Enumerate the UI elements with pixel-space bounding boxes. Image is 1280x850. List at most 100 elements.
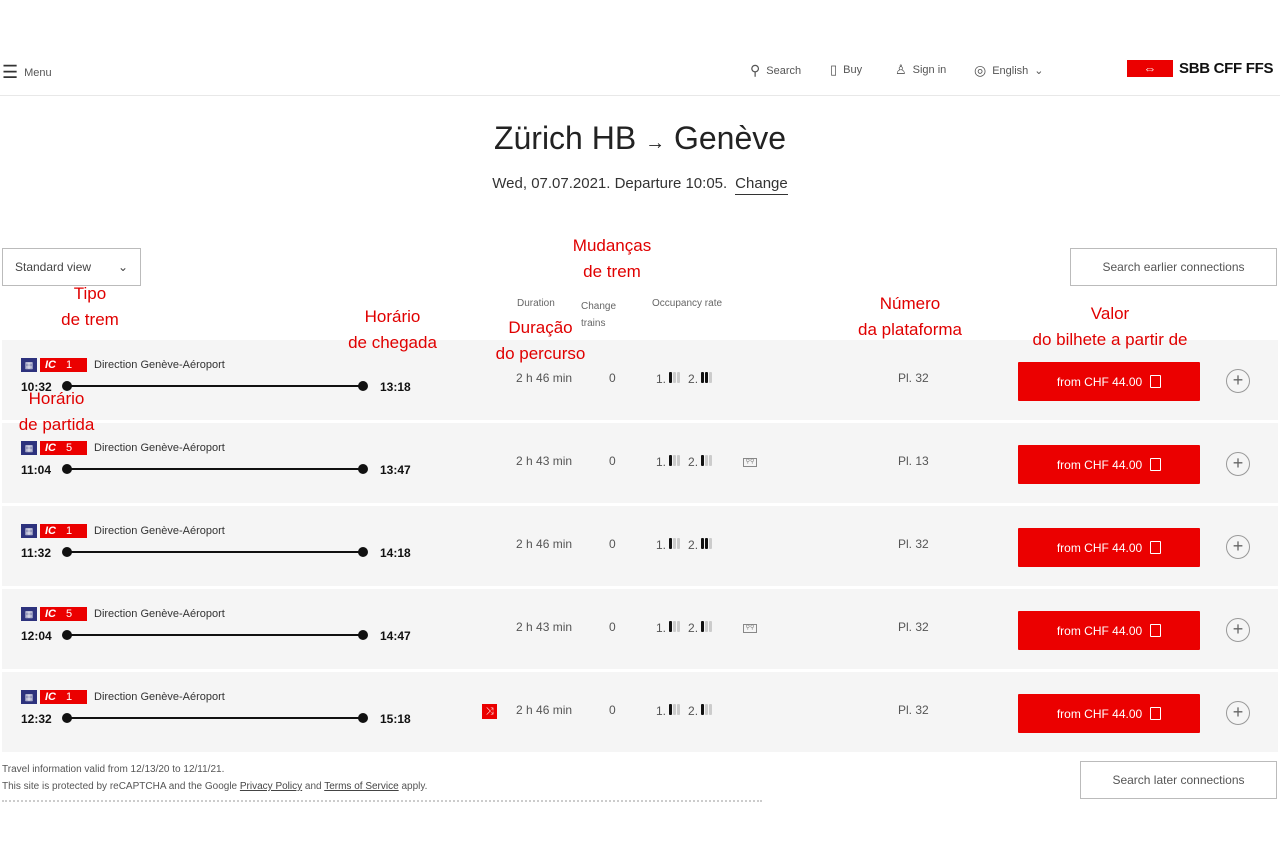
- changes: 0: [609, 537, 616, 551]
- occupancy: 1. 2.: [656, 704, 713, 718]
- platform: Pl. 32: [898, 620, 929, 634]
- person-icon: [709, 372, 713, 383]
- person-icon: [705, 704, 709, 715]
- ticket-icon: [1150, 541, 1162, 554]
- chevron-down-icon: ⌄: [117, 260, 128, 274]
- expand-plus-icon[interactable]: +: [1226, 701, 1250, 725]
- expand-plus-icon[interactable]: +: [1226, 452, 1250, 476]
- annotation-train-type: Tipo de trem: [61, 284, 119, 329]
- train-type: IC: [45, 608, 56, 620]
- train-type-badge: IC 1: [40, 358, 87, 372]
- expand-plus-icon[interactable]: +: [1226, 535, 1250, 559]
- menu-button[interactable]: ☰ Menu: [2, 62, 52, 83]
- sign-in-button[interactable]: ♙ Sign in: [895, 62, 946, 78]
- train-type-badge: IC 1: [40, 690, 87, 704]
- connection-row[interactable]: ▦ IC 5 Direction Genève-Aéroport 11:04 13:…: [2, 423, 1278, 503]
- price-button[interactable]: from CHF 44.00: [1018, 362, 1200, 401]
- person-icon: [701, 704, 705, 715]
- train-badges: ▦ IC 5: [21, 607, 87, 621]
- person-icon: [677, 704, 681, 715]
- second-class-label: 2.: [688, 704, 699, 718]
- occupancy-first-class: [669, 372, 681, 386]
- expand-plus-icon[interactable]: +: [1226, 369, 1250, 393]
- change-link[interactable]: Change: [735, 175, 788, 195]
- departure-time: 12:32: [21, 712, 52, 726]
- person-icon: [701, 455, 705, 466]
- privacy-link[interactable]: Privacy Policy: [240, 781, 302, 792]
- direction: Direction Genève-Aéroport: [94, 525, 225, 537]
- language-label: English: [992, 64, 1029, 77]
- arrival-time: 13:47: [380, 463, 411, 477]
- occupancy-first-class: [669, 455, 681, 469]
- annotation-price: Valor do bilhete a partir de: [1032, 304, 1188, 349]
- second-class-label: 2.: [688, 538, 699, 552]
- occupancy: 1. 2.: [656, 538, 713, 552]
- annotation-duration: Duração do percurso: [495, 318, 586, 363]
- search-button[interactable]: ⚲ Search: [750, 62, 801, 79]
- journey-line: [66, 385, 364, 387]
- price-label: from CHF 44.00: [1056, 374, 1143, 389]
- train-badges: ▦ IC 1: [21, 358, 87, 372]
- arrival-time: 15:18: [380, 712, 411, 726]
- train-line: 5: [66, 608, 73, 620]
- occupancy-first-class: [669, 538, 681, 552]
- and-text: and: [302, 781, 325, 792]
- connection-row[interactable]: ▦ IC 5 Direction Genève-Aéroport 12:04 14:…: [2, 589, 1278, 669]
- sbb-flag-icon: ⇔: [1127, 60, 1173, 77]
- changes: 0: [609, 371, 616, 385]
- col-occupancy: Occupancy rate: [652, 298, 723, 309]
- price-button[interactable]: from CHF 44.00: [1018, 694, 1200, 733]
- person-icon: [669, 538, 673, 549]
- train-line: 5: [66, 442, 73, 454]
- search-later-button[interactable]: Search later connections: [1080, 761, 1277, 799]
- search-label: Search: [766, 64, 802, 77]
- price-button[interactable]: from CHF 44.00: [1018, 611, 1200, 650]
- train-type: IC: [45, 442, 56, 454]
- duration: 2 h 46 min: [516, 703, 573, 717]
- journey-line: [66, 468, 364, 470]
- person-icon: [677, 538, 681, 549]
- train-icon: ▦: [21, 607, 37, 621]
- changes: 0: [609, 703, 616, 717]
- train-line: 1: [66, 525, 73, 537]
- person-icon: [669, 704, 673, 715]
- search-earlier-button[interactable]: Search earlier connections: [1070, 248, 1277, 286]
- connection-row[interactable]: ▦ IC 1 Direction Genève-Aéroport 12:32 15:…: [2, 672, 1278, 752]
- person-icon: [709, 538, 713, 549]
- alert-icon[interactable]: ⤨: [482, 704, 497, 719]
- sbb-logo[interactable]: ⇔ SBB CFF FFS: [1127, 60, 1274, 77]
- annotation-platform: Número da plataforma: [858, 294, 962, 339]
- person-icon: [709, 455, 713, 466]
- bike-icon: ⚲⚲: [743, 624, 757, 633]
- arrival-dot: [358, 381, 368, 391]
- person-icon: [673, 538, 677, 549]
- hamburger-icon: ☰: [2, 62, 19, 82]
- buy-label: Buy: [843, 64, 863, 76]
- terms-link[interactable]: Terms of Service: [324, 781, 398, 792]
- platform: Pl. 32: [898, 537, 929, 551]
- globe-icon: ◎: [974, 62, 987, 78]
- train-type: IC: [45, 691, 56, 703]
- price-label: from CHF 44.00: [1056, 540, 1143, 555]
- occupancy-first-class: [669, 704, 681, 718]
- second-class-label: 2.: [688, 372, 699, 386]
- expand-plus-icon[interactable]: +: [1226, 618, 1250, 642]
- train-badges: ▦ IC 1: [21, 690, 87, 704]
- price-button[interactable]: from CHF 44.00: [1018, 528, 1200, 567]
- train-type: IC: [45, 359, 56, 371]
- departure-dot: [62, 464, 72, 474]
- occupancy-second-class: [701, 372, 713, 386]
- buy-button[interactable]: ▯ Buy: [830, 62, 862, 78]
- person-icon: [673, 621, 677, 632]
- platform: Pl. 32: [898, 371, 929, 385]
- train-icon: ▦: [21, 441, 37, 455]
- first-class-label: 1.: [656, 621, 667, 635]
- price-button[interactable]: from CHF 44.00: [1018, 445, 1200, 484]
- person-icon: [701, 372, 705, 383]
- connection-row[interactable]: ▦ IC 1 Direction Genève-Aéroport 11:32 14:…: [2, 506, 1278, 586]
- first-class-label: 1.: [656, 704, 667, 718]
- changes: 0: [609, 620, 616, 634]
- price-label: from CHF 44.00: [1056, 623, 1143, 638]
- language-select[interactable]: ◎ English ⌄: [974, 62, 1044, 79]
- person-icon: [705, 538, 709, 549]
